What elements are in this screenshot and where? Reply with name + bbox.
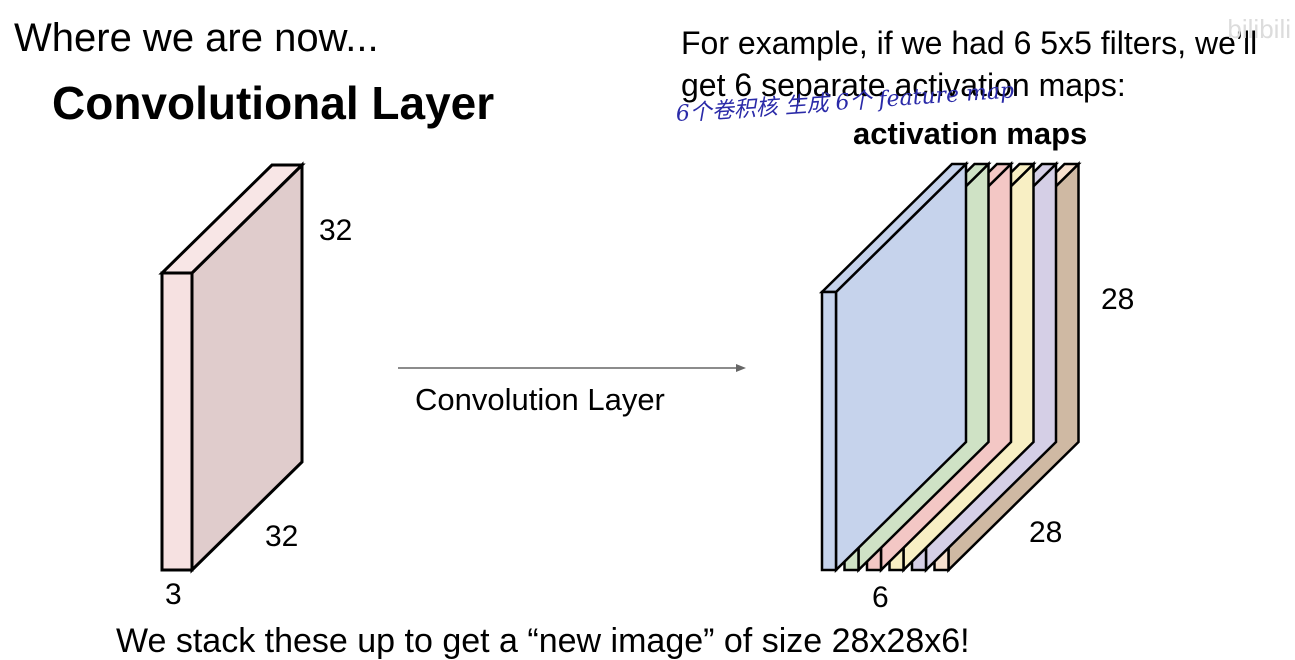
activation-map-1-front	[820, 290, 838, 572]
output-depth-label: 6	[872, 581, 889, 614]
arrow-label: Convolution Layer	[415, 382, 665, 417]
input-width-label: 32	[265, 520, 299, 553]
input-volume	[158, 161, 306, 574]
input-height-label: 32	[319, 214, 353, 247]
output-width-label: 28	[1029, 516, 1063, 549]
input-depth-label: 3	[165, 578, 182, 611]
watermark: bilibili	[1227, 14, 1291, 44]
output-height-label: 28	[1101, 283, 1135, 316]
activation-maps-stack	[818, 161, 1082, 573]
input-volume-front-face	[160, 271, 194, 572]
slide-title: Convolutional Layer	[52, 77, 495, 129]
convolution-arrow	[398, 364, 746, 372]
example-line-1: For example, if we had 6 5x5 filters, we…	[681, 25, 1258, 61]
bottom-caption: We stack these up to get a “new image” o…	[116, 622, 970, 660]
activation-maps-title: activation maps	[853, 116, 1088, 151]
slide-heading: Where we are now...	[14, 16, 379, 60]
